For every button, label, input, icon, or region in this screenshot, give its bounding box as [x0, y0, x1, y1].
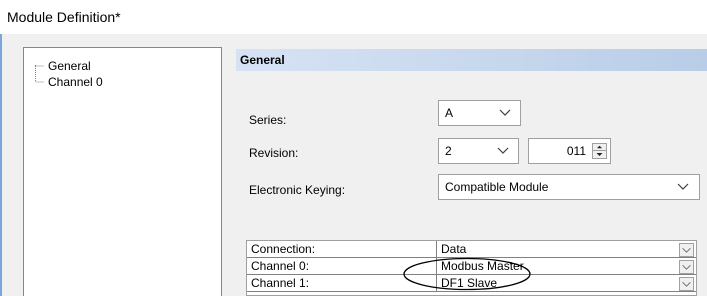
grid-cell-name: Channel 0:	[247, 258, 437, 275]
grid-row-channel-1: Channel 1: DF1 Slave	[247, 275, 696, 292]
category-tree: General Channel 0	[23, 47, 222, 296]
channel-1-dropdown[interactable]: DF1 Slave	[437, 275, 696, 292]
grid-row-value: Modbus Master	[441, 259, 524, 273]
keying-label: Electronic Keying:	[249, 183, 346, 197]
spin-down-icon[interactable]	[593, 151, 606, 158]
revision-major-dropdown[interactable]: 2	[438, 138, 519, 164]
connection-dropdown[interactable]: Data	[437, 241, 696, 258]
grid-row-value: Data	[441, 242, 467, 256]
revision-minor-spinner[interactable]: 011	[528, 138, 611, 164]
chevron-down-icon	[677, 183, 689, 190]
series-dropdown[interactable]: A	[438, 100, 521, 126]
revision-label: Revision:	[249, 146, 299, 160]
tree-item-label: Channel 0	[48, 75, 103, 89]
chevron-down-icon[interactable]	[679, 277, 694, 291]
title-bar: Module Definition*	[0, 0, 707, 34]
chevron-down-icon[interactable]	[679, 260, 694, 274]
grid-row-channel-0: Channel 0: Modbus Master	[247, 258, 696, 275]
spinner-arrows-icon[interactable]	[592, 143, 607, 159]
grid-row-connection: Connection: Data	[247, 241, 696, 258]
tree-connector-icon	[35, 65, 44, 67]
series-value: A	[445, 106, 454, 120]
tree-item-label: General	[48, 59, 91, 73]
tree-connector-icon	[35, 74, 44, 83]
chevron-down-icon	[499, 109, 511, 116]
grid-row-name: Channel 1:	[251, 276, 310, 290]
connection-grid: Connection: Data Channel 0: Modbus Maste…	[246, 240, 697, 296]
keying-dropdown[interactable]: Compatible Module	[438, 174, 700, 200]
revision-major-value: 2	[445, 144, 452, 158]
grid-cell-name: Connection:	[247, 241, 437, 258]
section-title: General	[240, 53, 285, 67]
grid-row-name: Connection:	[251, 242, 316, 256]
module-definition-window: Module Definition* General Channel 0 Gen…	[0, 0, 707, 296]
revision-minor-value: 011	[566, 144, 586, 158]
spin-up-icon[interactable]	[593, 144, 606, 151]
chevron-down-icon[interactable]	[679, 243, 694, 257]
section-header: General	[236, 49, 707, 71]
chevron-down-icon	[497, 147, 509, 154]
keying-value: Compatible Module	[445, 180, 549, 194]
grid-row-value: DF1 Slave	[441, 276, 498, 290]
series-label: Series:	[249, 113, 287, 127]
grid-cell-name: Channel 1:	[247, 275, 437, 292]
grid-row-name: Channel 0:	[251, 259, 310, 273]
window-title: Module Definition*	[7, 9, 121, 25]
channel-0-dropdown[interactable]: Modbus Master	[437, 258, 696, 275]
